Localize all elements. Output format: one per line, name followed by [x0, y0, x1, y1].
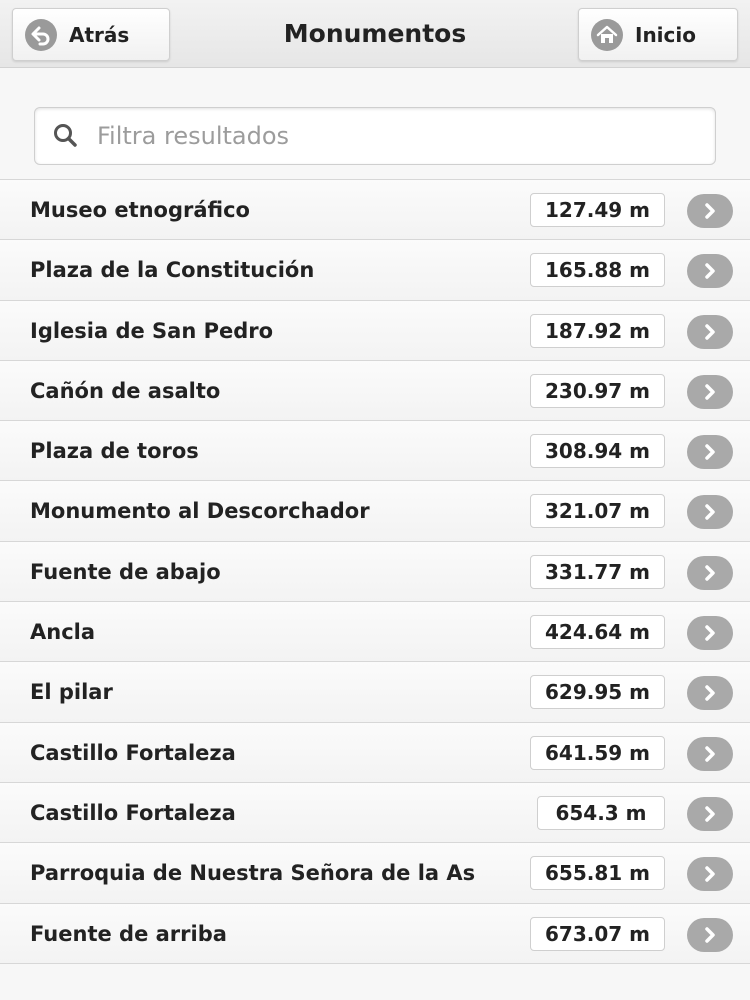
home-button-label: Inicio: [635, 22, 696, 47]
chevron-right-icon[interactable]: [687, 555, 733, 590]
list-item-name: Iglesia de San Pedro: [30, 318, 274, 343]
distance-badge: 673.07 m: [530, 916, 665, 951]
list-item-name: Cañón de asalto: [30, 378, 221, 403]
header-bar: Atrás Monumentos Inicio: [0, 0, 750, 68]
chevron-right-icon[interactable]: [687, 676, 733, 711]
chevron-right-icon[interactable]: [687, 616, 733, 651]
distance-badge: 655.81 m: [530, 856, 665, 891]
search-box: [34, 107, 716, 165]
distance-badge: 424.64 m: [530, 615, 665, 650]
list-item-name: Ancla: [30, 620, 96, 645]
list-item[interactable]: Parroquia de Nuestra Señora de la As 655.…: [0, 843, 750, 904]
list-item-name: El pilar: [30, 680, 113, 705]
list-item-name: Parroquia de Nuestra Señora de la As: [30, 861, 476, 886]
list-item-name: Castillo Fortaleza: [30, 740, 236, 765]
chevron-right-icon[interactable]: [687, 254, 733, 289]
list-item[interactable]: Ancla 424.64 m: [0, 602, 750, 663]
chevron-right-icon[interactable]: [687, 314, 733, 349]
chevron-right-icon[interactable]: [687, 495, 733, 530]
list-item-name: Fuente de arriba: [30, 921, 227, 946]
distance-badge: 321.07 m: [530, 494, 665, 529]
chevron-right-icon[interactable]: [687, 796, 733, 831]
list-item[interactable]: Museo etnográfico 127.49 m: [0, 180, 750, 241]
list-item[interactable]: Cañón de asalto 230.97 m: [0, 360, 750, 422]
list-item[interactable]: Iglesia de San Pedro 187.92 m: [0, 300, 750, 361]
list-item[interactable]: Fuente de abajo 331.77 m: [0, 541, 750, 603]
chevron-right-icon[interactable]: [687, 374, 733, 409]
home-button[interactable]: Inicio: [578, 8, 738, 61]
back-button-label: Atrás: [69, 22, 130, 47]
distance-badge: 127.49 m: [530, 193, 665, 227]
distance-badge: 187.92 m: [530, 313, 665, 348]
list-item-name: Monumento al Descorchador: [30, 499, 370, 524]
list-item-name: Castillo Fortaleza: [30, 800, 236, 825]
list-item[interactable]: Fuente de arriba 673.07 m: [0, 903, 750, 964]
monument-list: Museo etnográfico 127.49 m Plaza de la Con…: [0, 179, 750, 964]
list-item[interactable]: Plaza de toros 308.94 m: [0, 421, 750, 482]
chevron-right-icon[interactable]: [687, 736, 733, 771]
list-item[interactable]: Monumento al Descorchador 321.07 m: [0, 481, 750, 542]
distance-badge: 629.95 m: [530, 675, 665, 710]
home-icon: [591, 18, 623, 51]
chevron-right-icon[interactable]: [687, 435, 733, 470]
page-title: Monumentos: [283, 19, 467, 48]
chevron-right-icon[interactable]: [687, 857, 733, 892]
back-button[interactable]: Atrás: [12, 8, 170, 61]
arrow-left-icon: [25, 18, 57, 51]
list-item[interactable]: Castillo Fortaleza 654.3 m: [0, 782, 750, 844]
distance-badge: 308.94 m: [530, 434, 665, 469]
distance-badge: 641.59 m: [530, 735, 665, 770]
list-item[interactable]: El pilar 629.95 m: [0, 662, 750, 723]
list-item[interactable]: Castillo Fortaleza 641.59 m: [0, 722, 750, 783]
search-icon: [54, 124, 77, 147]
list-item-name: Plaza de la Constitución: [30, 258, 315, 283]
chevron-right-icon[interactable]: [687, 194, 733, 228]
list-item[interactable]: Plaza de la Constitución 165.88 m: [0, 240, 750, 301]
distance-badge: 654.3 m: [537, 795, 665, 830]
distance-badge: 165.88 m: [530, 253, 665, 288]
list-item-name: Museo etnográfico: [30, 198, 250, 222]
distance-badge: 230.97 m: [530, 373, 665, 408]
chevron-right-icon[interactable]: [687, 917, 733, 952]
list-item-name: Fuente de abajo: [30, 559, 221, 584]
search-input[interactable]: [95, 108, 715, 164]
list-item-name: Plaza de toros: [30, 439, 199, 464]
distance-badge: 331.77 m: [530, 554, 665, 589]
